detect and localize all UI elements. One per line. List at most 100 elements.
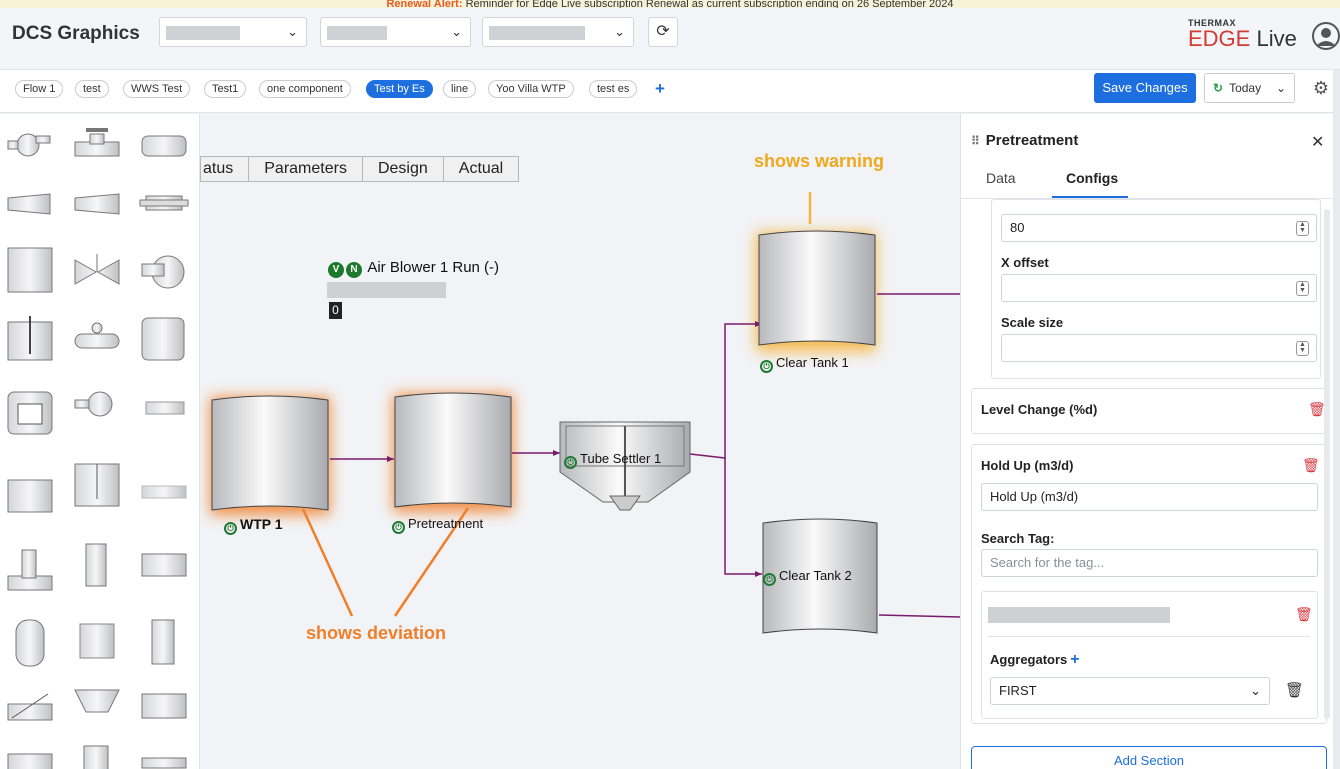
power-icon: ⏻ <box>763 573 776 586</box>
redacted-value <box>166 26 240 40</box>
component-label-clear-tank-2[interactable]: ⏻ Clear Tank 2 <box>763 568 852 586</box>
refresh-button[interactable]: ⟳ <box>648 17 678 47</box>
alert-prefix: Renewal Alert: <box>386 0 463 8</box>
badge-n: N <box>346 262 362 278</box>
add-section-button[interactable]: Add Section <box>971 746 1327 769</box>
basin-icon[interactable] <box>141 693 187 719</box>
plant-select[interactable]: ⌄ <box>159 17 307 47</box>
filter-press-icon[interactable] <box>79 623 115 659</box>
flow-tab[interactable]: Flow 1 <box>15 80 64 98</box>
search-tag-input[interactable]: Search for the tag... <box>981 549 1318 577</box>
annotation-arrows <box>301 192 812 617</box>
close-icon[interactable]: ✕ <box>1311 132 1324 152</box>
mixer-tank-icon[interactable] <box>7 316 53 361</box>
component-label-tube-settler[interactable]: ⏻ Tube Settler 1 <box>564 451 661 469</box>
flow-tab[interactable]: Test1 <box>204 80 247 98</box>
hold-up-name-input[interactable]: Hold Up (m3/d) <box>981 483 1318 511</box>
tab-configs[interactable]: Configs <box>1066 170 1118 186</box>
agitator-tank-icon[interactable] <box>74 463 120 507</box>
date-range-select[interactable]: ↻ Today ⌄ <box>1204 73 1295 103</box>
power-icon: ⏻ <box>564 456 577 469</box>
component-label-pretreatment[interactable]: ⏻ Pretreatment <box>392 516 483 534</box>
component-label-clear-tank-1[interactable]: ⏻ Clear Tank 1 <box>760 355 849 373</box>
delete-aggregator-icon[interactable]: 🗑 <box>1285 681 1304 699</box>
flow-tab[interactable]: one component <box>259 80 351 98</box>
open-tank-icon[interactable] <box>7 479 53 513</box>
flow-tab[interactable]: Yoo Villa WTP <box>488 80 574 98</box>
drag-handle-icon[interactable]: ⠿ <box>971 134 980 148</box>
redacted-value <box>489 26 585 40</box>
date-range-label: Today <box>1229 81 1262 95</box>
horizontal-tank-icon[interactable] <box>74 322 120 349</box>
hopper-icon[interactable] <box>74 689 120 713</box>
air-blower-text: Air Blower 1 Run (-) <box>367 259 500 276</box>
pump-icon[interactable] <box>7 133 51 157</box>
redacted-tag <box>327 282 446 298</box>
tab-data[interactable]: Data <box>986 170 1016 186</box>
aggregator-select[interactable]: FIRST ⌄ <box>990 677 1270 705</box>
section-level-change[interactable]: Level Change (%d) 🗑 <box>971 388 1327 434</box>
add-tab-button[interactable]: + <box>651 80 669 98</box>
air-blower-label[interactable]: VN Air Blower 1 Run (-) <box>328 259 499 278</box>
pipe-slope-icon[interactable] <box>7 693 53 721</box>
chevron-down-icon: ⌄ <box>614 24 625 39</box>
gate-valve-icon[interactable] <box>74 254 120 285</box>
area-select[interactable]: ⌄ <box>320 17 471 47</box>
app-title: DCS Graphics <box>12 23 140 44</box>
silo-icon[interactable] <box>141 317 185 361</box>
scale-size-input[interactable]: ▲ ▼ <box>1001 334 1317 362</box>
aggregators-label: Aggregators + <box>990 651 1080 668</box>
panel-icon[interactable] <box>141 757 187 769</box>
graphic-select[interactable]: ⌄ <box>482 17 634 47</box>
flow-tab[interactable]: test es <box>589 80 638 98</box>
channel-icon[interactable] <box>7 753 53 769</box>
blower-icon[interactable] <box>74 391 113 417</box>
column-icon[interactable] <box>85 543 107 587</box>
add-aggregator-button[interactable]: + <box>1070 651 1079 668</box>
cylinder-tank-icon[interactable] <box>15 619 45 667</box>
y-offset-input[interactable]: 80 ▲ ▼ <box>1001 214 1317 242</box>
reducer-icon[interactable] <box>74 193 120 215</box>
spinner-icon[interactable]: ▲ ▼ <box>1296 281 1309 296</box>
component-label-wtp1[interactable]: ⏻ WTP 1 <box>224 516 283 535</box>
trash-icon[interactable]: 🗑 <box>1302 457 1320 474</box>
user-avatar-icon[interactable] <box>1312 22 1340 50</box>
tank-clear-tank-1[interactable] <box>758 230 876 346</box>
flow-tab[interactable]: test <box>75 80 109 98</box>
flow-tab[interactable]: line <box>443 80 477 98</box>
spinner-icon[interactable]: ▲ ▼ <box>1296 221 1309 236</box>
flow-tab-active[interactable]: Test by Es <box>366 80 433 98</box>
reducer-icon[interactable] <box>7 193 51 215</box>
valve-icon[interactable] <box>74 128 120 157</box>
clarifier-icon[interactable] <box>7 391 53 435</box>
flow-tab[interactable]: WWS Test <box>123 80 191 98</box>
tank-pretreatment[interactable] <box>394 392 512 508</box>
filter-icon[interactable] <box>139 195 189 211</box>
centrifugal-pump-icon[interactable] <box>141 255 185 289</box>
properties-panel: ⠿ Pretreatment ✕ Data Configs 80 ▲ ▼ X off… <box>960 114 1340 769</box>
clock-refresh-icon: ↻ <box>1213 81 1224 95</box>
x-offset-input[interactable]: ▲ ▼ <box>1001 274 1317 302</box>
trash-icon[interactable]: 🗑 <box>1295 606 1313 623</box>
panel-scrollbar[interactable] <box>1324 209 1330 719</box>
reactor-icon[interactable] <box>151 619 175 665</box>
renewal-alert: Renewal Alert: Reminder for Edge Live su… <box>0 0 1340 8</box>
tank-icon[interactable] <box>7 247 53 293</box>
flow-canvas[interactable]: atus Parameters Design Actual shows warn… <box>200 114 960 769</box>
power-icon: ⏻ <box>760 360 773 373</box>
conveyor-icon[interactable] <box>141 485 187 499</box>
tee-pipe-icon[interactable] <box>7 549 53 591</box>
section-hold-up: Hold Up (m3/d) 🗑 Hold Up (m3/d) Search T… <box>971 444 1327 724</box>
vessel-icon[interactable] <box>141 135 187 157</box>
tag-config-box: 🗑 Aggregators + FIRST ⌄ 🗑 <box>981 591 1318 719</box>
save-changes-button[interactable]: Save Changes <box>1094 73 1196 103</box>
app-header: DCS Graphics ⌄ ⌄ ⌄ ⟳ THERMAX EDGE Live <box>0 8 1340 70</box>
compressor-icon[interactable] <box>145 401 185 415</box>
settings-gear-icon[interactable]: ⚙ <box>1306 73 1336 103</box>
box-tank-icon[interactable] <box>141 553 187 577</box>
spinner-icon[interactable]: ▲ ▼ <box>1296 341 1309 356</box>
duct-icon[interactable] <box>83 745 109 769</box>
tank-wtp1[interactable] <box>211 395 329 511</box>
page-scrollbar[interactable] <box>1333 70 1340 769</box>
power-icon: ⏻ <box>392 521 405 534</box>
